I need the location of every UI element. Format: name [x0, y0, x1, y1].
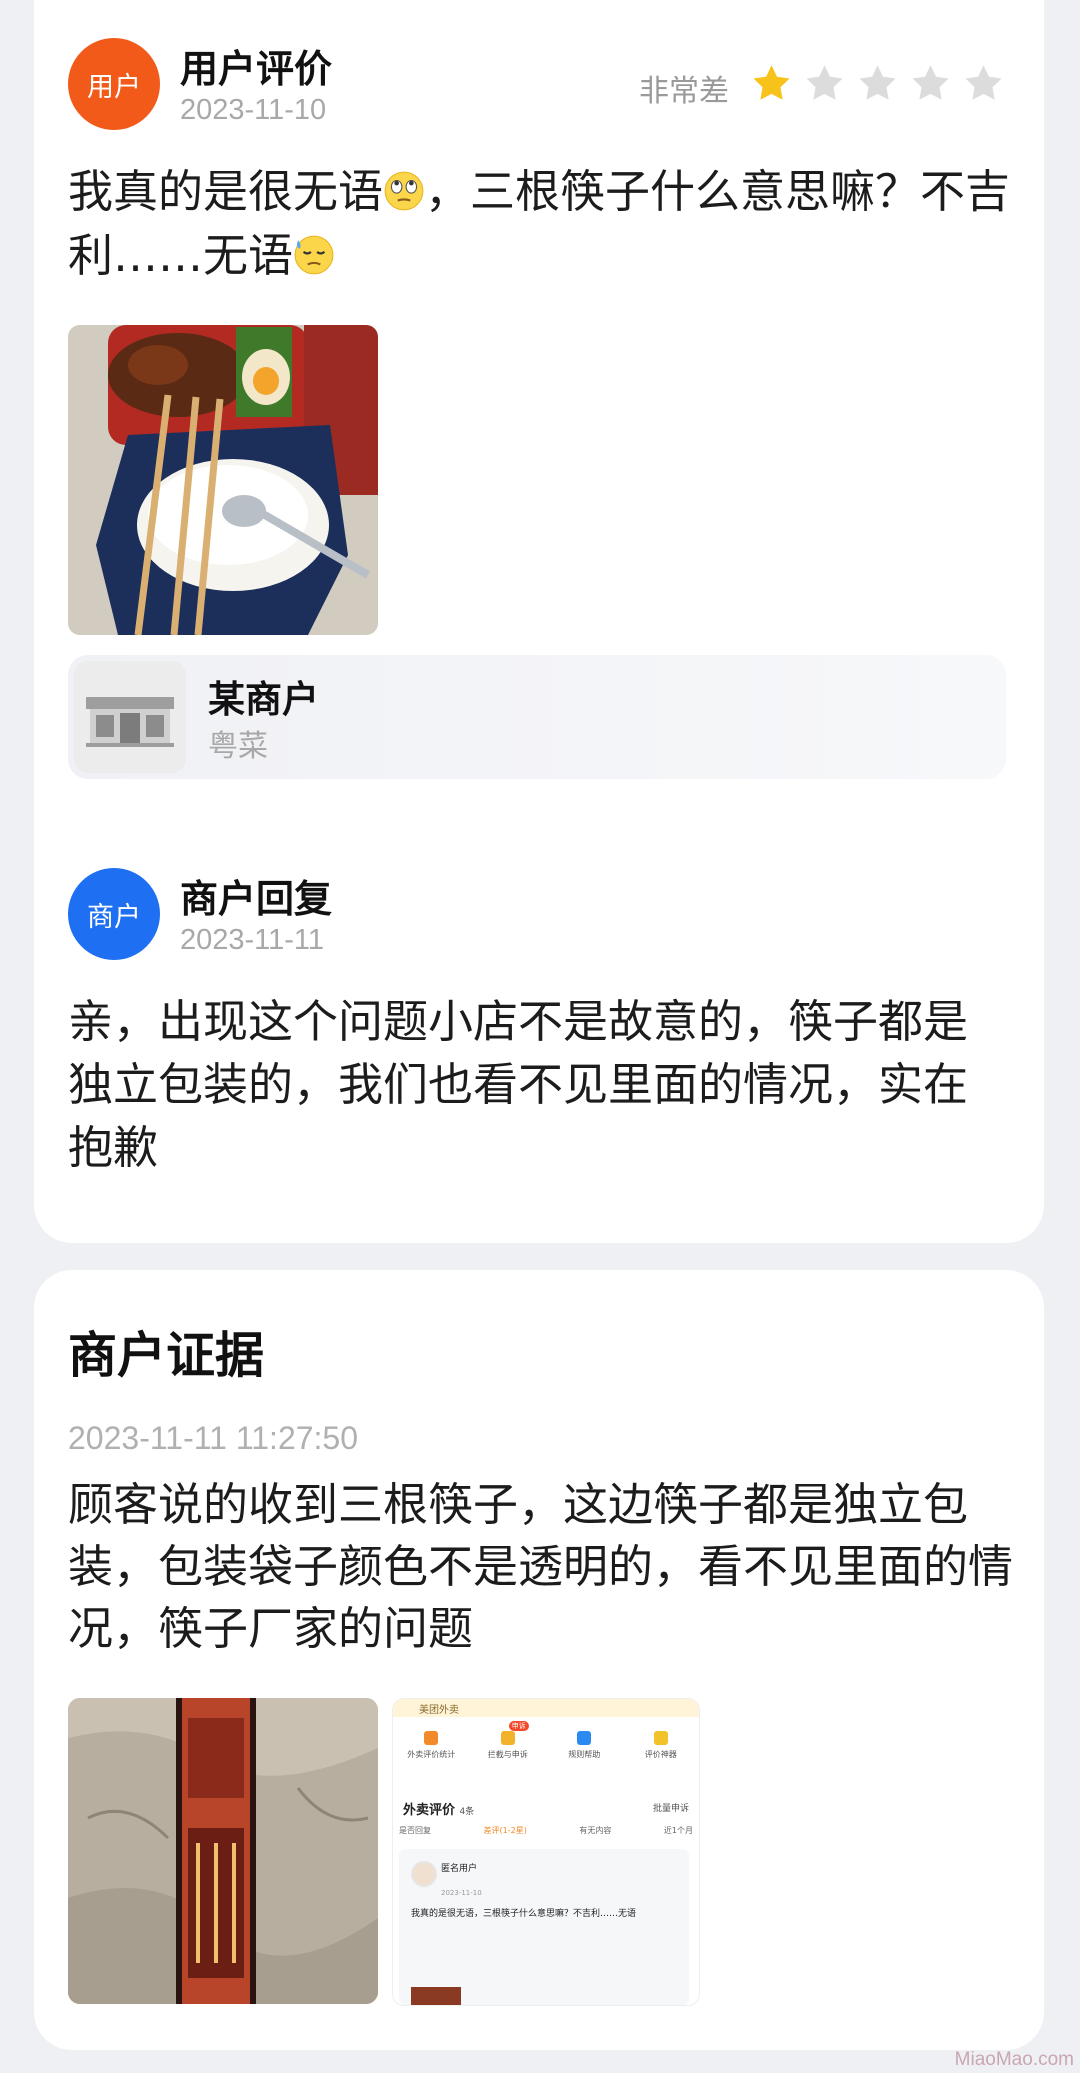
- screenshot-filters: 是否回复 差评(1-2星) 有无内容 近1个月: [399, 1826, 693, 1835]
- rolling-eyes-emoji: [384, 171, 424, 211]
- screenshot-banner: 美团外卖: [393, 1699, 699, 1717]
- evidence-photo-packaging[interactable]: [68, 1698, 378, 2004]
- screenshot-batch: 批量申诉: [652, 1804, 689, 1814]
- screenshot-heading: 外卖评价 4条: [403, 1803, 475, 1818]
- sweat-emoji: [294, 235, 334, 275]
- merchant-avatar[interactable]: 商户: [68, 868, 160, 960]
- merchant-reply-title: 商户回复: [180, 877, 333, 921]
- star-empty-icon: [806, 65, 843, 100]
- rating-label: 非常差: [639, 74, 729, 109]
- star-empty-icon: [859, 65, 896, 100]
- chopsticks-package-image: [68, 1698, 378, 2004]
- shop-card[interactable]: 某商户 粤菜: [68, 655, 1006, 779]
- merchant-reply-date: 2023-11-11: [180, 924, 325, 956]
- user-avatar[interactable]: 用户: [68, 38, 160, 130]
- star-empty-icon: [965, 65, 1002, 100]
- screenshot-menu: 外卖评价统计 申诉 拦截与申诉 规则帮助 评价神器: [393, 1721, 699, 1771]
- screenshot-menu-item: 外卖评价统计: [396, 1731, 466, 1771]
- evidence-text: 顾客说的收到三根筷子，这边筷子都是独立包装，包装袋子颜色不是透明的，看不见里面的…: [68, 1478, 1014, 1655]
- review-photo[interactable]: [68, 325, 378, 635]
- evidence-card: 商户证据 2023-11-11 11:27:50 顾客说的收到三根筷子，这边筷子…: [34, 1270, 1044, 2050]
- merchant-reply-text: 亲，出现这个问题小店不是故意的，筷子都是独立包装的，我们也看不见里面的情况，实在…: [68, 995, 969, 1174]
- screenshot-review: 匿名用户 2023-11-10 我真的是很无语，三根筷子什么意思嘛？不吉利……无…: [399, 1849, 689, 2005]
- food-photo-image: [68, 325, 378, 635]
- storefront-icon: [74, 661, 186, 773]
- screenshot-menu-item: 申诉 拦截与申诉: [487, 1721, 529, 1759]
- review-card: 用户 用户评价 2023-11-10 非常差 我真的是很无语 ，三根筷子什么意思…: [34, 0, 1044, 1243]
- screenshot-menu-item: 规则帮助: [549, 1731, 619, 1771]
- review-text-part1: 我真的是很无语: [68, 165, 384, 218]
- shop-name: 某商户: [208, 678, 319, 721]
- shop-category: 粤菜: [208, 729, 268, 764]
- screenshot-menu-item: 评价神器: [626, 1731, 696, 1771]
- merchant-avatar-text: 商户: [87, 901, 141, 933]
- user-review-title: 用户评价: [180, 47, 333, 91]
- evidence-photo-screenshot[interactable]: 美团外卖 外卖评价统计 申诉 拦截与申诉 规则帮助 评价神器 外卖评价 4条 批…: [392, 1698, 700, 2006]
- star-empty-icon: [912, 65, 949, 100]
- watermark: MiaoMao.com: [954, 2049, 1074, 2070]
- star-rating: [750, 62, 1005, 105]
- star-filled-icon: [753, 65, 790, 100]
- user-review-text: 我真的是很无语 ，三根筷子什么意思嘛？不吉利……无语: [68, 160, 1018, 288]
- evidence-title: 商户证据: [68, 1327, 265, 1384]
- evidence-time: 2023-11-11 11:27:50: [68, 1420, 359, 1456]
- user-review-date: 2023-11-10: [180, 94, 327, 126]
- user-avatar-text: 用户: [87, 71, 141, 103]
